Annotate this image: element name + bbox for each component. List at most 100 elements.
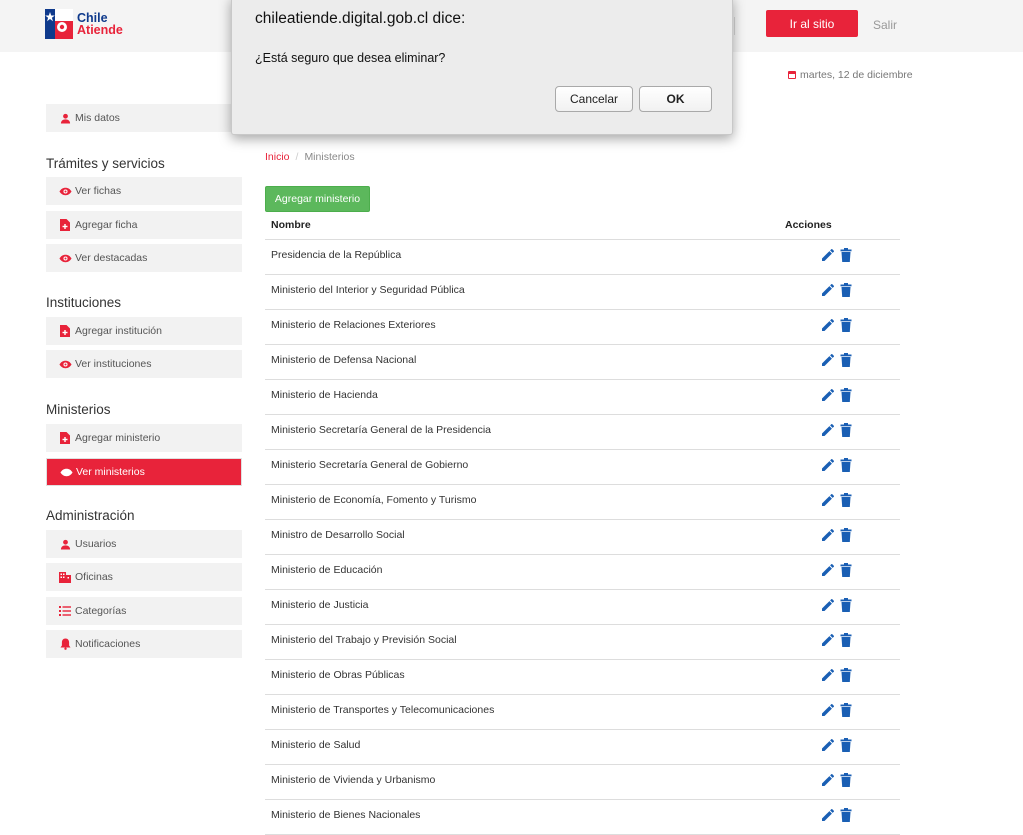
sidebar-item-ver-instituciones[interactable]: Ver instituciones [46,350,242,378]
delete-icon[interactable] [840,773,852,787]
sidebar-item-agregar-ministerio[interactable]: Agregar ministerio [46,424,242,452]
sidebar-item-label: Agregar ficha [75,219,138,231]
delete-icon[interactable] [840,493,852,507]
delete-icon[interactable] [840,353,852,367]
delete-icon[interactable] [840,423,852,437]
logout-link[interactable]: Salir [873,18,897,32]
row-actions [821,458,852,472]
row-actions [821,633,852,647]
dialog-ok-button[interactable]: OK [639,86,712,112]
sidebar-item-label: Usuarios [75,538,117,550]
delete-icon[interactable] [840,563,852,577]
ministry-name: Ministerio de Obras Públicas [271,669,405,681]
row-actions [821,598,852,612]
delete-icon[interactable] [840,703,852,717]
table-row: Ministerio de Justicia [265,590,900,625]
user-icon [58,111,72,125]
row-actions [821,388,852,402]
edit-icon[interactable] [821,808,835,822]
delete-icon[interactable] [840,248,852,262]
file-add-icon [58,431,72,445]
delete-icon[interactable] [840,388,852,402]
sidebar-item-ver-fichas[interactable]: Ver fichas [46,177,242,205]
table-row: Ministerio de Relaciones Exteriores [265,310,900,345]
dialog-title: chileatiende.digital.gob.cl dice: [255,10,466,27]
sidebar-item-ver-ministerios[interactable]: Ver ministerios [46,458,242,486]
breadcrumb-current: Ministerios [304,151,355,163]
edit-icon[interactable] [821,388,835,402]
table-row: Ministerio del Interior y Seguridad Públ… [265,275,900,310]
delete-icon[interactable] [840,528,852,542]
delete-icon[interactable] [840,458,852,472]
add-ministry-button[interactable]: Agregar ministerio [265,186,370,212]
delete-icon[interactable] [840,738,852,752]
row-actions [821,248,852,262]
calendar-icon [788,71,796,79]
sidebar-item-mis-datos[interactable]: Mis datos [46,104,242,132]
sidebar-item-categorías[interactable]: Categorías [46,597,242,625]
sidebar-item-label: Ver ministerios [76,466,145,478]
ministry-name: Ministerio de Hacienda [271,389,378,401]
delete-icon[interactable] [840,633,852,647]
table-row: Ministerio de Vivienda y Urbanismo [265,765,900,800]
table-row: Ministerio Secretaría General de la Pres… [265,415,900,450]
edit-icon[interactable] [821,528,835,542]
breadcrumb-home-link[interactable]: Inicio [265,151,290,163]
row-actions [821,563,852,577]
table-row: Ministerio de Transportes y Telecomunica… [265,695,900,730]
edit-icon[interactable] [821,563,835,577]
edit-icon[interactable] [821,458,835,472]
sidebar-item-notificaciones[interactable]: Notificaciones [46,630,242,658]
eye-icon [58,357,72,371]
sidebar-item-usuarios[interactable]: Usuarios [46,530,242,558]
sidebar-section-title: Trámites y servicios [46,156,165,171]
table-row: Ministerio de Salud [265,730,900,765]
list-icon [58,604,72,618]
edit-icon[interactable] [821,668,835,682]
sidebar-item-label: Ver destacadas [75,252,148,264]
edit-icon[interactable] [821,773,835,787]
edit-icon[interactable] [821,423,835,437]
table-row: Ministerio Secretaría General de Gobiern… [265,450,900,485]
edit-icon[interactable] [821,703,835,717]
ministry-name: Ministerio Secretaría General de la Pres… [271,424,492,436]
sidebar-item-label: Ver instituciones [75,358,152,370]
table-row: Ministerio de Bienes Nacionales [265,800,900,835]
delete-icon[interactable] [840,598,852,612]
ministry-name: Ministerio de Vivienda y Urbanismo [271,774,436,786]
dialog-cancel-button[interactable]: Cancelar [555,86,633,112]
current-date: martes, 12 de diciembre [788,69,913,81]
edit-icon[interactable] [821,633,835,647]
edit-icon[interactable] [821,248,835,262]
table-row: Presidencia de la República [265,240,900,275]
delete-icon[interactable] [840,808,852,822]
row-actions [821,353,852,367]
sidebar-item-oficinas[interactable]: Oficinas [46,563,242,591]
ministry-name: Ministerio de Bienes Nacionales [271,809,421,821]
edit-icon[interactable] [821,493,835,507]
row-actions [821,773,852,787]
edit-icon[interactable] [821,353,835,367]
dialog-message: ¿Está seguro que desea eliminar? [255,51,446,65]
edit-icon[interactable] [821,283,835,297]
delete-icon[interactable] [840,668,852,682]
chileatiende-logo[interactable]: Chile Atiende [45,9,135,41]
sidebar-item-agregar-ficha[interactable]: Agregar ficha [46,211,242,239]
go-to-site-button[interactable]: Ir al sitio [766,10,858,37]
file-add-icon [58,324,72,338]
date-text: martes, 12 de diciembre [800,69,913,81]
edit-icon[interactable] [821,318,835,332]
row-actions [821,283,852,297]
sidebar-item-agregar-institución[interactable]: Agregar institución [46,317,242,345]
row-actions [821,493,852,507]
sidebar-item-label: Agregar institución [75,325,162,337]
edit-icon[interactable] [821,598,835,612]
edit-icon[interactable] [821,738,835,752]
ministry-name: Ministerio Secretaría General de Gobiern… [271,459,469,471]
sidebar-item-label: Ver fichas [75,185,122,197]
delete-icon[interactable] [840,283,852,297]
sidebar-item-ver-destacadas[interactable]: Ver destacadas [46,244,242,272]
sidebar-item-label: Agregar ministerio [75,432,161,444]
delete-icon[interactable] [840,318,852,332]
ministry-name: Presidencia de la República [271,249,402,261]
